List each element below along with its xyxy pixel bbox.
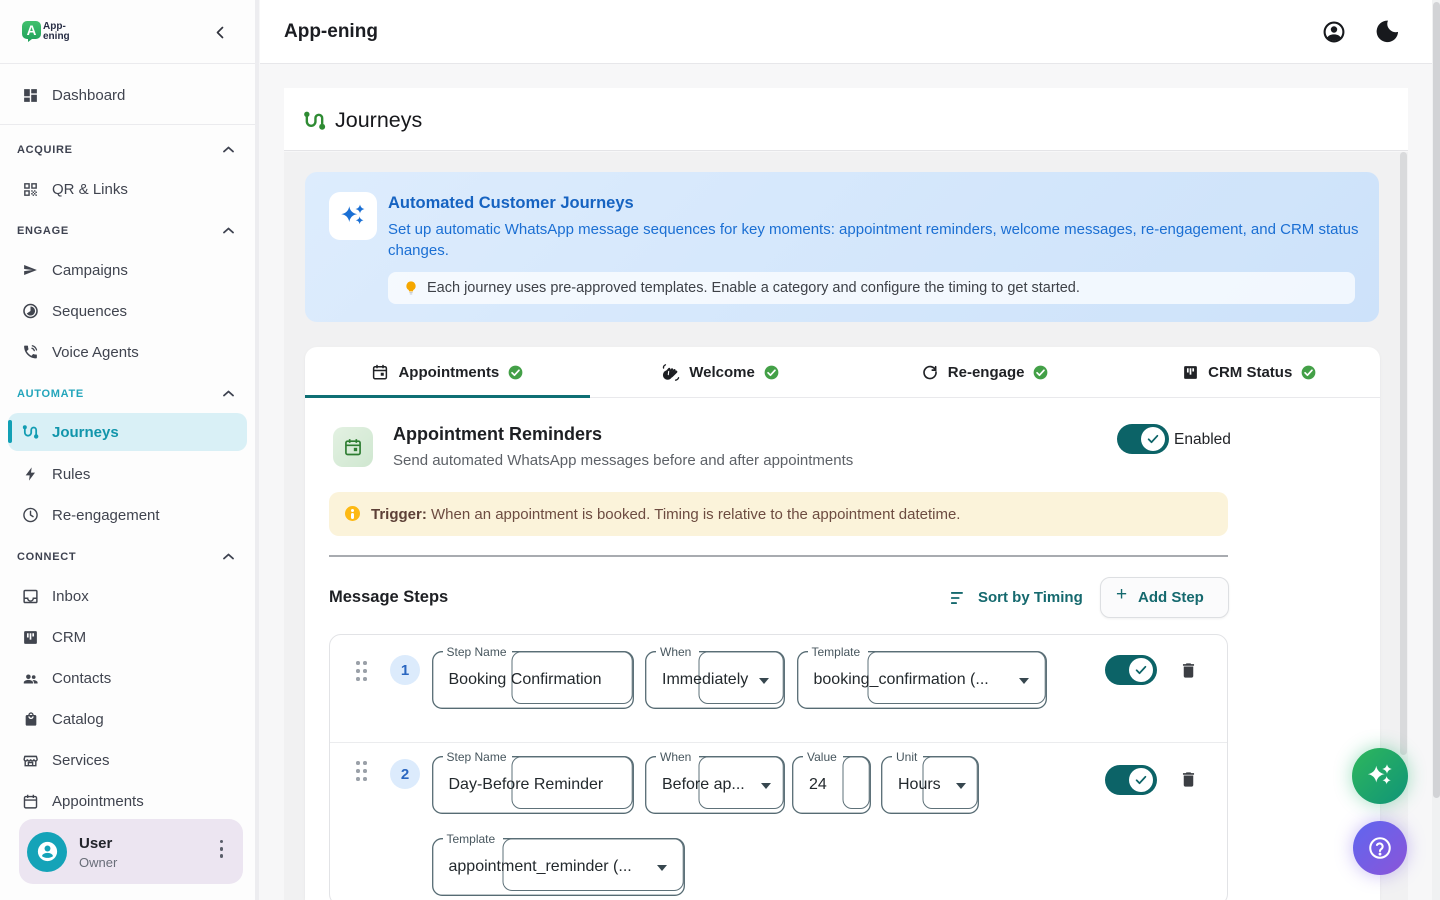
svg-text:A: A	[27, 23, 37, 38]
